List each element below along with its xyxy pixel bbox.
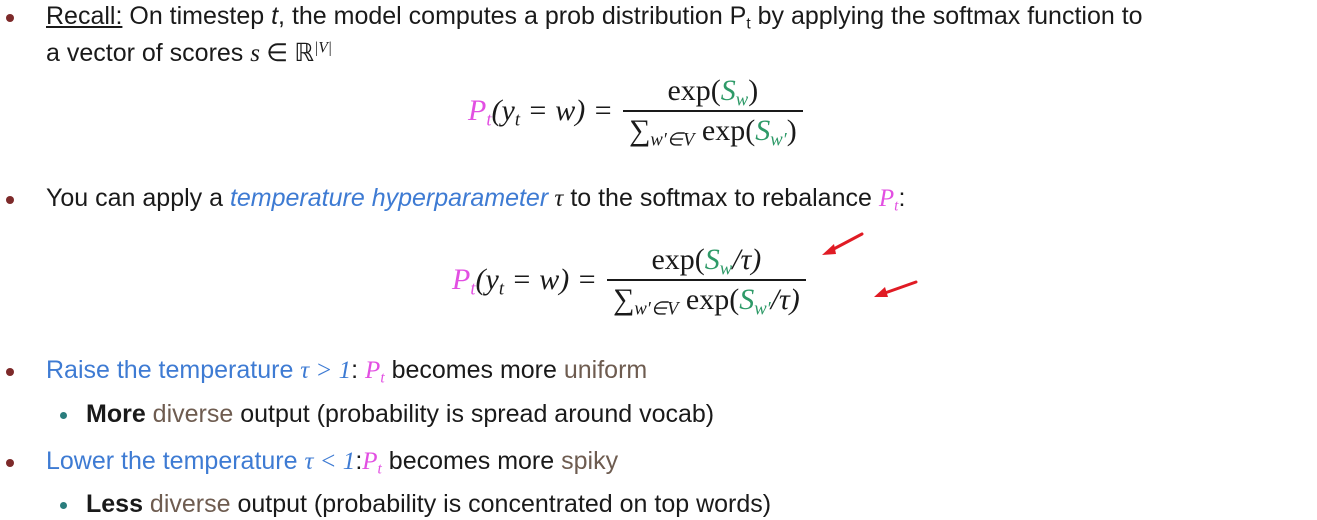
recall-label: Recall: xyxy=(46,2,123,30)
recall-line-1: Recall: On timestep t, the model compute… xyxy=(46,2,1143,33)
temperature-softmax-formula: Pt(yt = w) = exp(Sw/τ) ∑w′∈V exp(Sw′/τ) xyxy=(452,243,806,318)
lower-sub-line: Less diverse output (probability is conc… xyxy=(86,490,772,518)
temperature-hyperparameter-term: temperature hyperparameter xyxy=(229,184,549,212)
slide: Recall: On timestep t, the model compute… xyxy=(0,0,1317,520)
bullet-marker xyxy=(6,14,14,22)
bullet-marker xyxy=(6,196,14,204)
formula-fraction: exp(Sw) ∑w′∈V exp(Sw′) xyxy=(622,74,803,149)
temperature-line: You can apply a temperature hyperparamet… xyxy=(46,184,906,215)
raise-temperature-line: Raise the temperature τ > 1: Pt becomes … xyxy=(46,356,648,387)
softmax-formula: Pt(yt = w) = exp(Sw) ∑w′∈V exp(Sw′) xyxy=(468,74,803,149)
annotation-arrow-icon xyxy=(874,280,918,297)
formula-lhs: Pt(yt = w) = xyxy=(452,263,597,300)
sub-bullet-marker xyxy=(60,502,67,509)
bullet-marker xyxy=(6,459,14,467)
formula-numerator: exp(Sw) xyxy=(667,74,759,111)
formula-denominator: ∑w′∈V exp(Sw′/τ) xyxy=(606,279,806,318)
formula-fraction: exp(Sw/τ) ∑w′∈V exp(Sw′/τ) xyxy=(606,243,806,318)
annotation-arrow-icon xyxy=(822,232,864,255)
lower-temperature-line: Lower the temperature τ < 1:Pt becomes m… xyxy=(46,447,619,478)
formula-numerator: exp(Sw/τ) xyxy=(651,243,762,280)
recall-line-2: a vector of scores s ∈ ℝ|V| xyxy=(46,39,333,67)
formula-lhs: Pt(yt = w) = xyxy=(468,94,613,131)
formula-denominator: ∑w′∈V exp(Sw′) xyxy=(622,110,803,149)
raise-sub-line: More diverse output (probability is spre… xyxy=(86,400,715,428)
bullet-marker xyxy=(6,368,14,376)
sub-bullet-marker xyxy=(60,412,67,419)
